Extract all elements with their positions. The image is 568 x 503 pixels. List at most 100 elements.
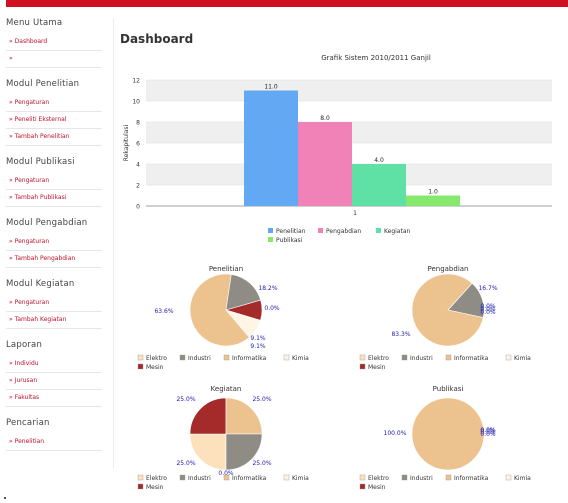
pie-data-label: 0.0% [480,431,496,438]
sidebar-item[interactable]: » Pengaturan [6,234,102,251]
legend-swatch [179,474,186,481]
pie-data-label: 100.0% [384,430,407,437]
legend-label: Mesin [368,364,386,371]
sidebar-item[interactable]: » Individu [6,356,102,373]
y-tick-label: 6 [136,141,140,148]
legend-swatch [137,354,144,361]
legend-label: Industri [188,475,211,482]
sidebar-section-title: Laporan [6,340,43,350]
legend-label: Kimia [514,355,531,362]
pie-data-label: 0.0% [264,305,280,312]
double-chevron-right-icon: » [9,177,13,184]
legend-label: Informatika [232,355,267,362]
legend-label: Mesin [146,484,164,491]
double-chevron-right-icon: » [9,255,13,262]
legend-swatch [376,228,381,233]
sidebar-item[interactable]: » Tambah Kegiatan [6,312,102,329]
legend-swatch [505,474,512,481]
sidebar-item[interactable]: » Penelitian [6,434,102,451]
legend-label: Publikasi [276,237,303,244]
legend-swatch [283,474,290,481]
legend-label: Penelitian [276,228,306,235]
sidebar-item[interactable]: » Jurusan [6,373,102,390]
bar-chart-title: Grafik Sistem 2010/2011 Ganjil [321,54,431,62]
y-tick-label: 4 [136,162,140,169]
pie-chart-title: Penelitian [209,265,243,273]
legend-label: Elektro [368,475,389,482]
pie-data-label: 0.0% [480,309,496,316]
legend-swatch [401,354,408,361]
pie-slice [411,397,485,471]
legend-swatch [359,474,366,481]
bar [352,164,406,206]
pie-data-label: 25.0% [176,460,195,467]
bar-data-label: 4.0 [374,157,384,164]
sidebar-item-label: Penelitian [14,438,45,445]
sidebar-item[interactable]: » Pengaturan [6,173,102,190]
bar-data-label: 11.0 [264,84,278,91]
legend-label: Elektro [368,355,389,362]
legend-swatch [268,228,273,233]
sidebar-section-title: Modul Penelitian [6,79,80,89]
sidebar-item[interactable]: » Fakultas [6,390,102,407]
legend-label: Elektro [146,475,167,482]
pie-chart-title: Pengabdian [427,265,468,273]
sidebar-item[interactable]: » Peneliti Eksternal [6,112,102,129]
sidebar-item[interactable]: » Tambah Penelitian [6,129,102,146]
double-chevron-right-icon: » [9,38,13,45]
dashboard-charts: Grafik Sistem 2010/2011 Ganjil 0 2 4 6 8 10 12 R… [123,54,552,491]
sidebar-section-title: Modul Pengabdian [6,218,88,228]
pie-data-label: 9.1% [250,343,266,350]
sidebar-item[interactable]: » [6,51,102,68]
sidebar-section-title: Pencarian [6,418,50,428]
pie-chart-title: Kegiatan [211,385,242,393]
bar [406,195,460,206]
legend-swatch [359,354,366,361]
legend-swatch [318,228,323,233]
double-chevron-right-icon: » [9,377,13,384]
legend-swatch [137,474,144,481]
legend-swatch [223,474,230,481]
sidebar-item[interactable]: » Dashboard [6,34,102,51]
sidebar-item-label: Pengaturan [14,177,50,184]
double-chevron-right-icon: » [9,133,13,140]
sidebar-item-label: Tambah Penelitian [14,133,70,140]
sidebar-item-label: Fakultas [14,394,40,401]
legend-label: Kegiatan [384,228,411,235]
legend-swatch [401,474,408,481]
legend-swatch [445,474,452,481]
sidebar-item[interactable]: » Pengaturan [6,295,102,312]
legend-swatch [283,354,290,361]
page-title: Dashboard [120,32,194,46]
sidebar-item[interactable]: » Tambah Publikasi [6,190,102,207]
bar [244,90,298,206]
legend-swatch [179,354,186,361]
legend-swatch [359,483,366,490]
top-accent-bar [6,0,568,7]
double-chevron-right-icon: » [9,360,13,367]
sidebar-section-title: Menu Utama [6,18,63,28]
grid-band [146,80,552,101]
double-chevron-right-icon: » [9,299,13,306]
legend-label: Industri [188,355,211,362]
y-tick-label: 10 [132,99,140,106]
double-chevron-right-icon: » [9,55,13,62]
pie-slice [225,397,263,435]
legend-swatch [359,363,366,370]
y-tick-label: 12 [132,78,140,85]
y-tick-label: 2 [136,183,140,190]
legend-label: Mesin [146,364,164,371]
sidebar-item[interactable]: » Pengaturan [6,95,102,112]
legend-swatch [223,354,230,361]
legend-label: Elektro [146,355,167,362]
legend-label: Informatika [454,475,489,482]
y-tick-label: 8 [136,120,140,127]
legend-label: Kimia [292,475,309,482]
sidebar-item-label: Tambah Publikasi [14,194,67,201]
sidebar-item-label: Dashboard [14,38,48,45]
pie-data-label: 9.1% [250,335,266,342]
legend-label: Kimia [292,355,309,362]
legend-label: Pengabdian [326,228,361,235]
sidebar-item[interactable]: » Tambah Pengabdian [6,251,102,268]
legend-swatch [137,483,144,490]
